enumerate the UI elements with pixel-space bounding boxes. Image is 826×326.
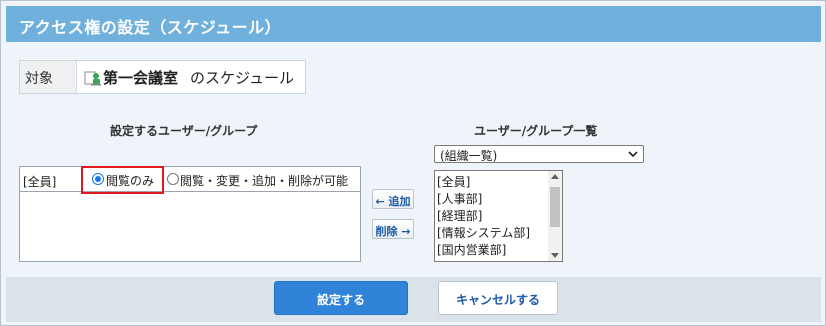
facility-name: 第一会議室 [103,69,179,87]
add-button-label: ← 追加 [375,195,411,208]
cancel-button-label: キャンセルする [455,293,540,307]
list-item[interactable]: [情報システム部] [437,224,530,241]
meeting-room-icon [84,71,101,86]
submit-button[interactable]: 設定する [274,281,408,315]
full-access-label[interactable]: 閲覧・変更・追加・削除が可能 [180,172,348,189]
page-title: アクセス権の設定（スケジュール） [19,18,282,37]
highlight-box [81,166,164,194]
target-label: 対象 [25,71,53,87]
footer-bar: 設定する キャンセルする [6,277,821,322]
full-access-radio[interactable] [167,173,179,185]
target-field: 対象 第一会議室 のスケジュール [19,60,306,94]
organization-select-value: (組織一覧) [440,149,498,163]
target-suffix: のスケジュール [190,69,294,87]
list-item[interactable]: [国内営業部] [437,241,506,258]
user-group-listbox[interactable]: [全員] [人事部] [経理部] [情報システム部] [国内営業部] [434,170,563,262]
target-label-cell: 対象 [20,61,77,93]
scroll-up-icon[interactable] [551,174,559,179]
permission-list: [全員] 閲覧のみ 閲覧・変更・追加・削除が可能 [19,166,361,262]
chevron-down-icon [628,151,638,158]
remove-button-label: 削除 → [375,225,411,238]
permission-row: [全員] 閲覧のみ 閲覧・変更・追加・削除が可能 [20,167,360,192]
selected-users-heading: 設定するユーザー/グループ [110,124,258,138]
list-item[interactable]: [経理部] [437,207,482,224]
submit-button-label: 設定する [316,293,365,307]
scroll-down-icon[interactable] [551,253,559,258]
list-item[interactable]: [人事部] [437,190,482,207]
user-group-list-heading: ユーザー/グループ一覧 [474,124,598,138]
remove-button[interactable]: 削除 → [372,219,414,239]
access-settings-dialog: アクセス権の設定（スケジュール） 対象 第一会議室 のスケジュール 設定するユー… [0,0,826,326]
add-button[interactable]: ← 追加 [372,189,414,209]
scroll-thumb[interactable] [550,187,560,227]
title-bar: アクセス権の設定（スケジュール） [6,6,821,42]
listbox-scrollbar[interactable] [548,171,562,261]
list-item[interactable]: [全員] [437,173,470,190]
organization-select[interactable]: (組織一覧) [434,145,644,163]
cancel-button[interactable]: キャンセルする [438,281,558,315]
permission-row-name: [全員] [23,175,57,189]
